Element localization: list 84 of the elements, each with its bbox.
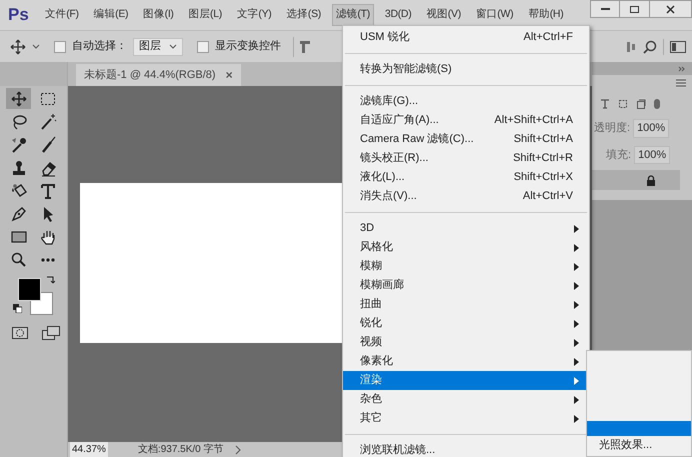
- maximize-button[interactable]: [620, 0, 650, 18]
- collapse-icon[interactable]: [678, 66, 686, 72]
- menu-item[interactable]: 文件(F): [40, 4, 83, 26]
- fill-label: 填充:: [606, 148, 632, 162]
- menu-item[interactable]: 帮助(H): [524, 4, 568, 26]
- shortcut-text: Alt+Ctrl+V: [522, 189, 574, 204]
- menu-item[interactable]: 镜头校正(R)... Shift+Ctrl+R: [343, 149, 589, 168]
- menu-item[interactable]: 模糊画廊: [343, 276, 589, 295]
- menu-item[interactable]: USM 锐化 Alt+Ctrl+F: [343, 28, 589, 47]
- document-tab[interactable]: 未标题-1 @ 44.4%(RGB/8) ×: [76, 64, 241, 86]
- menu-item[interactable]: 滤镜库(G)...: [343, 92, 589, 111]
- fill-field[interactable]: 100%: [634, 146, 670, 164]
- menu-item[interactable]: 锐化: [343, 314, 589, 333]
- search-icon[interactable]: [643, 40, 657, 54]
- default-colors-icon[interactable]: [13, 304, 22, 313]
- menu-item[interactable]: 液化(L)... Shift+Ctrl+X: [343, 168, 589, 187]
- menu-item[interactable]: 其它: [343, 409, 589, 428]
- lock-icon: [646, 174, 656, 186]
- magic-wand-icon[interactable]: [39, 112, 57, 130]
- menu-item[interactable]: 自适应广角(A)... Alt+Shift+Ctrl+A: [343, 111, 589, 130]
- chevron-right-icon[interactable]: [234, 444, 242, 454]
- shortcut-text: Shift+Ctrl+A: [514, 132, 574, 148]
- menu-item[interactable]: 文字(Y): [232, 4, 276, 26]
- type-icon[interactable]: [39, 182, 57, 200]
- menu-item[interactable]: 窗口(W): [472, 4, 518, 26]
- menu-item[interactable]: 3D(D): [380, 4, 416, 26]
- menu-item[interactable]: 浏览联机滤镜...: [343, 441, 589, 457]
- minimize-button[interactable]: [590, 0, 620, 18]
- shortcut-text: Alt+Ctrl+F: [523, 30, 574, 46]
- menu-item[interactable]: 像素化: [343, 352, 589, 371]
- tab-close-button[interactable]: ×: [226, 66, 233, 84]
- menu-item[interactable]: 杂色: [343, 390, 589, 409]
- paint-bucket-icon[interactable]: [10, 182, 28, 200]
- layer-dropdown[interactable]: 图层: [133, 38, 183, 56]
- menu-item[interactable]: 消失点(V)... Alt+Ctrl+V: [343, 187, 589, 206]
- align-icon[interactable]: [300, 40, 310, 54]
- distribute-icon[interactable]: [627, 40, 637, 54]
- shortcut-text: Shift+Ctrl+R: [513, 151, 574, 166]
- quick-mask-icon[interactable]: [12, 326, 28, 340]
- menu-item[interactable]: 编辑(E): [90, 4, 132, 26]
- checkbox[interactable]: [197, 40, 209, 52]
- pen-icon[interactable]: [10, 204, 28, 222]
- filter-toggle[interactable]: [654, 99, 660, 109]
- app-logo: Ps: [8, 4, 29, 26]
- menu-item[interactable]: 光照效果...: [587, 436, 691, 454]
- screen-mode-icon[interactable]: [42, 326, 60, 340]
- caret-icon: [169, 44, 177, 50]
- opacity-field[interactable]: 100%: [633, 119, 670, 138]
- menu-item[interactable]: 滤镜(T): [332, 4, 374, 26]
- close-icon: [666, 4, 675, 14]
- document-info: 文档:937.5K/0 字节: [138, 442, 224, 457]
- menu-item[interactable]: 选择(S): [282, 4, 325, 26]
- menu-item[interactable]: 图层(L): [184, 4, 226, 26]
- menu-item[interactable]: 视频: [343, 333, 589, 352]
- menu-item[interactable]: 3D: [343, 219, 589, 238]
- close-button[interactable]: [650, 0, 692, 18]
- menu-item[interactable]: 视图(V): [422, 4, 465, 26]
- menu-item[interactable]: 图像(I): [139, 4, 178, 26]
- swap-icon[interactable]: [45, 275, 55, 285]
- caret-icon[interactable]: [32, 44, 40, 50]
- color-squares-icon[interactable]: [18, 278, 54, 316]
- panel-icon[interactable]: [670, 40, 686, 52]
- checkbox[interactable]: [54, 40, 66, 52]
- opacity-label: 透明度:: [594, 120, 630, 136]
- brush-icon[interactable]: [39, 136, 57, 154]
- shortcut-text: Shift+Ctrl+X: [514, 170, 574, 186]
- smart-object-filter-icon[interactable]: [636, 99, 646, 109]
- menu-item[interactable]: 转换为智能滤镜(S): [343, 60, 589, 79]
- zoom-icon[interactable]: [10, 250, 28, 268]
- move-icon[interactable]: [10, 90, 28, 108]
- eyedropper-icon[interactable]: [10, 136, 28, 154]
- menu-item[interactable]: 模糊: [343, 257, 589, 276]
- menu-item[interactable]: 扭曲: [343, 295, 589, 314]
- panel-menu-icon[interactable]: [676, 79, 686, 87]
- menu-item[interactable]: 渲染: [343, 371, 589, 390]
- checkbox-label: 自动选择：: [72, 39, 127, 54]
- menu-item[interactable]: Camera Raw 滤镜(C)... Shift+Ctrl+A: [343, 130, 589, 149]
- zoom-field[interactable]: 44.37%: [70, 442, 108, 457]
- menu-item[interactable]: 风格化: [343, 238, 589, 257]
- checkbox-label: 显示变换控件: [215, 38, 281, 54]
- move-icon[interactable]: [10, 38, 26, 54]
- text-filter-icon[interactable]: [600, 99, 610, 109]
- shortcut-text: Alt+Shift+Ctrl+A: [494, 113, 574, 128]
- shape-filter-icon[interactable]: [618, 99, 628, 109]
